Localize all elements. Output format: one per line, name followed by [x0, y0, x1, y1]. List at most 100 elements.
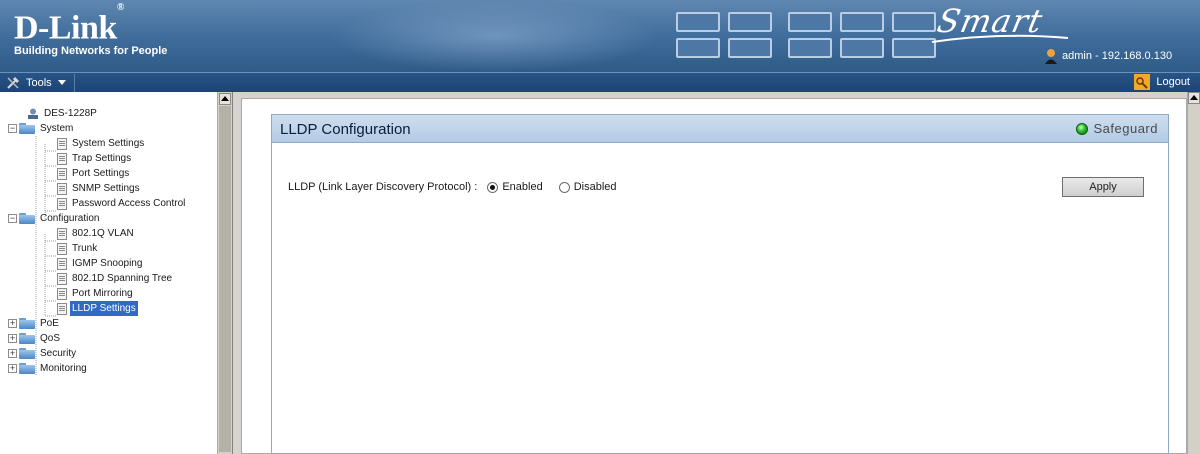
- expand-icon[interactable]: +: [8, 349, 17, 358]
- page-icon: [57, 182, 67, 195]
- navigation-tree: DES-1228P − System System Settings Trap …: [0, 92, 218, 454]
- tree-item-password-access-control[interactable]: Password Access Control: [57, 196, 218, 211]
- tree-item-label: Trap Settings: [72, 153, 132, 164]
- smart-swoosh-icon: [931, 34, 1069, 43]
- switch-device-icon: [28, 108, 38, 119]
- tree-item-trap-settings[interactable]: Trap Settings: [57, 151, 218, 166]
- tree-scrollbar-thumb[interactable]: [219, 106, 231, 452]
- tree-folder-label: System: [40, 123, 74, 134]
- tree-item-label: Trunk: [72, 243, 98, 254]
- tree-item-label: Port Settings: [72, 168, 130, 179]
- tree-item-label: Password Access Control: [72, 198, 186, 209]
- collapse-icon[interactable]: −: [8, 124, 17, 133]
- expand-icon[interactable]: +: [8, 334, 17, 343]
- switch-ports-graphic: [676, 10, 952, 62]
- tree-item-port-mirroring[interactable]: Port Mirroring: [57, 286, 218, 301]
- tree-folder-system[interactable]: − System: [8, 121, 218, 136]
- tree-item-port-settings[interactable]: Port Settings: [57, 166, 218, 181]
- radio-checked-icon[interactable]: [487, 181, 499, 193]
- radio-unchecked-icon[interactable]: [558, 181, 570, 193]
- safeguard-status-icon: [1075, 122, 1088, 135]
- panel-header: LLDP Configuration Safeguard: [272, 115, 1168, 143]
- folder-open-icon: [19, 123, 35, 134]
- tree-folder-configuration[interactable]: − Configuration: [8, 211, 218, 226]
- folder-icon: [19, 348, 35, 359]
- tree-folder-security[interactable]: + Security: [8, 346, 218, 361]
- logo-tagline: Building Networks for People: [14, 45, 168, 58]
- user-info: admin - 192.168.0.130: [1044, 48, 1172, 64]
- tree-item-label: IGMP Snooping: [72, 258, 143, 269]
- tree-folder-label: QoS: [40, 333, 61, 344]
- radio-enabled-label: Enabled: [502, 181, 543, 193]
- header-banner: D-Link® Building Networks for People Sma…: [0, 0, 1200, 72]
- toolbar: Tools Logout: [0, 72, 1200, 92]
- page-icon: [57, 152, 67, 165]
- dlink-logo: D-Link® Building Networks for People: [14, 2, 168, 58]
- logout-button[interactable]: Logout: [1134, 74, 1190, 90]
- folder-icon: [19, 333, 35, 344]
- lldp-configuration-panel: LLDP Configuration Safeguard LLDP (Link …: [271, 114, 1169, 454]
- tree-item-label: Port Mirroring: [72, 288, 133, 299]
- lldp-enabled-radio[interactable]: Enabled: [487, 181, 543, 193]
- tools-menu-button[interactable]: Tools: [6, 73, 75, 92]
- page-icon: [57, 242, 67, 255]
- folder-icon: [19, 318, 35, 329]
- chevron-down-icon: [57, 79, 66, 85]
- tools-label: Tools: [26, 76, 52, 89]
- page-icon: [57, 137, 67, 150]
- lldp-field-label: LLDP (Link Layer Discovery Protocol) :: [288, 181, 478, 193]
- safeguard-label: Safeguard: [1093, 121, 1158, 136]
- tree-item-trunk[interactable]: Trunk: [57, 241, 218, 256]
- navigation-tree-panel: DES-1228P − System System Settings Trap …: [0, 92, 233, 454]
- tree-folder-poe[interactable]: + PoE: [8, 316, 218, 331]
- folder-open-icon: [19, 213, 35, 224]
- banner-glow: [330, 0, 660, 72]
- radio-disabled-label: Disabled: [573, 181, 617, 193]
- tree-item-lldp-settings[interactable]: LLDP Settings: [57, 301, 218, 316]
- tree-folder-label: PoE: [40, 318, 59, 329]
- panel-title: LLDP Configuration: [280, 121, 411, 138]
- page-icon: [57, 287, 67, 300]
- tree-folder-qos[interactable]: + QoS: [8, 331, 218, 346]
- tree-folder-label: Monitoring: [40, 363, 87, 374]
- tree-item-label: SNMP Settings: [72, 183, 140, 194]
- main-scrollbar[interactable]: [1187, 92, 1200, 454]
- expand-icon[interactable]: +: [8, 319, 17, 328]
- lldp-disabled-radio[interactable]: Disabled: [558, 181, 617, 193]
- expand-icon[interactable]: +: [8, 364, 17, 373]
- tree-item-label-selected: LLDP Settings: [70, 301, 138, 316]
- page-icon: [57, 272, 67, 285]
- folder-icon: [19, 363, 35, 374]
- user-icon: [1045, 49, 1057, 64]
- tree-root[interactable]: DES-1228P: [27, 106, 218, 121]
- tree-folder-label: Configuration: [40, 213, 100, 224]
- tree-folder-label: Security: [40, 348, 77, 359]
- page-icon: [57, 197, 67, 210]
- lldp-state-row: LLDP (Link Layer Discovery Protocol) : E…: [288, 181, 633, 193]
- page-icon: [57, 302, 67, 315]
- logout-label: Logout: [1156, 76, 1190, 88]
- tools-icon: [7, 76, 20, 89]
- logo-name: D-Link: [14, 9, 117, 47]
- page-icon: [57, 257, 67, 270]
- page-icon: [57, 227, 67, 240]
- apply-button[interactable]: Apply: [1062, 177, 1144, 197]
- safeguard-indicator: Safeguard: [1075, 121, 1159, 136]
- tree-item-8021d-spanning-tree[interactable]: 802.1D Spanning Tree: [57, 271, 218, 286]
- tree-folder-monitoring[interactable]: + Monitoring: [8, 361, 218, 376]
- scroll-up-arrow-icon[interactable]: [1188, 92, 1200, 104]
- tree-item-label: 802.1D Spanning Tree: [72, 273, 173, 284]
- tree-item-8021q-vlan[interactable]: 802.1Q VLAN: [57, 226, 218, 241]
- tree-item-snmp-settings[interactable]: SNMP Settings: [57, 181, 218, 196]
- logo-registered-mark: ®: [116, 2, 124, 13]
- scroll-up-arrow-icon[interactable]: [219, 93, 231, 105]
- page-icon: [57, 167, 67, 180]
- tree-item-igmp-snooping[interactable]: IGMP Snooping: [57, 256, 218, 271]
- tree-item-label: 802.1Q VLAN: [72, 228, 134, 239]
- logout-icon: [1134, 74, 1151, 90]
- user-info-text: admin - 192.168.0.130: [1062, 50, 1173, 62]
- tree-scrollbar[interactable]: [217, 92, 232, 454]
- tree-item-system-settings[interactable]: System Settings: [57, 136, 218, 151]
- collapse-icon[interactable]: −: [8, 214, 17, 223]
- tree-root-label: DES-1228P: [44, 108, 97, 119]
